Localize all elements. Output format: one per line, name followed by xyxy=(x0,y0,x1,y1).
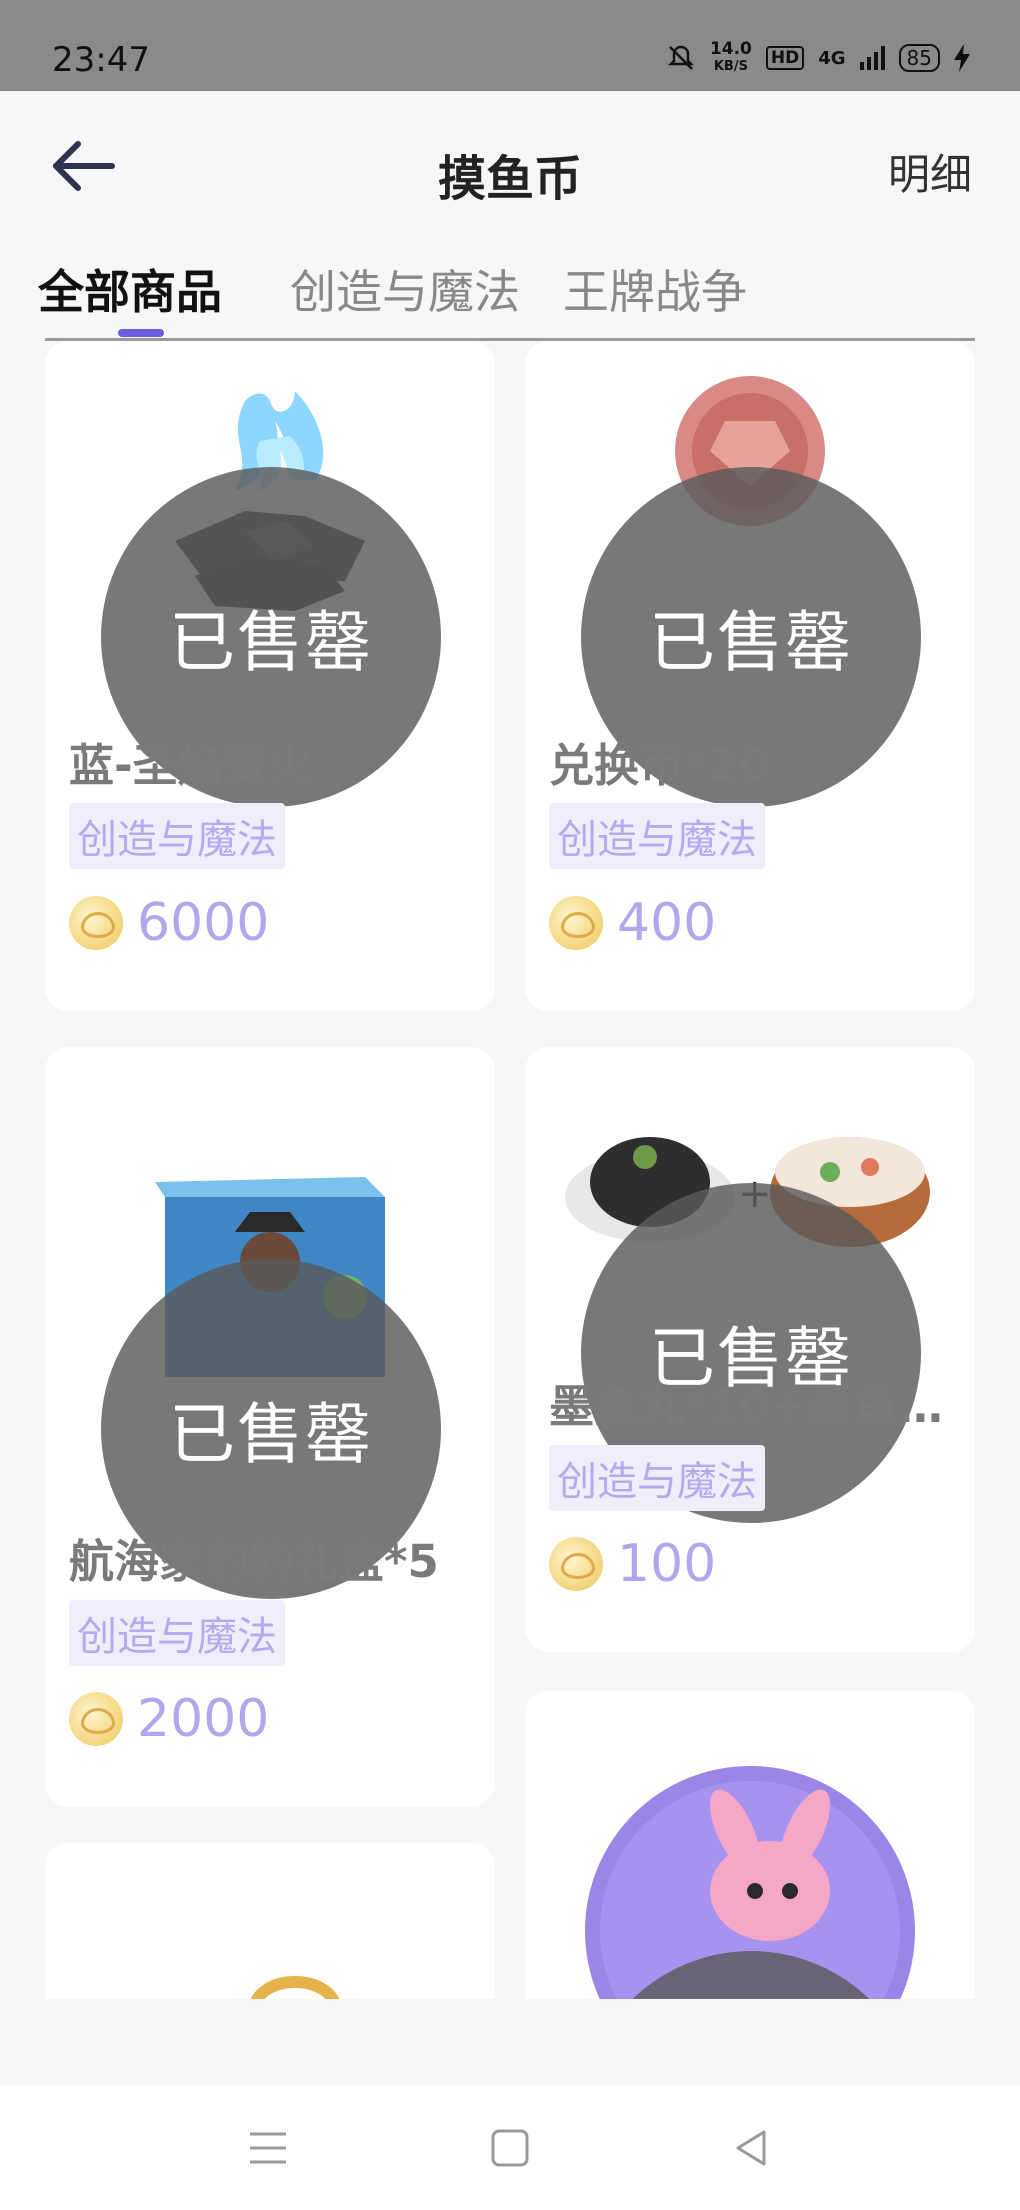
menu-icon[interactable] xyxy=(244,2126,292,2170)
active-tab-indicator xyxy=(118,329,164,337)
mute-bell-icon xyxy=(667,45,694,70)
product-price: 2000 xyxy=(137,1689,270,1749)
tab-create-and-magic[interactable]: 创造与魔法 xyxy=(290,256,520,322)
product-tag: 创造与魔法 xyxy=(549,1445,765,1511)
category-tabs: 全部商品 创造与魔法 王牌战争 xyxy=(0,241,1020,341)
page-title: 摸鱼币 xyxy=(437,151,582,207)
network-type: 4G xyxy=(818,47,846,69)
product-price: 100 xyxy=(617,1534,717,1594)
fish-coin-icon xyxy=(69,896,123,950)
ring-icon xyxy=(250,1976,340,1999)
speed-value: 14.0 xyxy=(709,39,752,59)
status-bar: 23:47 14.0 KB/S HD 4G 85 xyxy=(0,0,1020,91)
fish-coin-icon xyxy=(549,1537,603,1591)
price-row: 400 xyxy=(549,893,716,953)
network-speed: 14.0 KB/S xyxy=(710,40,752,76)
fish-coin-icon xyxy=(549,896,603,950)
battery-icon: 85 xyxy=(898,44,940,72)
product-price: 6000 xyxy=(137,893,270,953)
price-row: 2000 xyxy=(69,1689,269,1749)
product-name: 蓝-圣焰篝火 xyxy=(69,739,313,792)
price-row: 100 xyxy=(549,1534,716,1594)
product-price: 400 xyxy=(617,893,717,953)
product-card[interactable]: + 已售罄 墨鱼丸*10+墨鱼… 创造与魔法 100 xyxy=(525,1047,975,1652)
tab-all-products[interactable]: 全部商品 xyxy=(38,256,222,322)
product-card[interactable]: 已售罄 兑换币*20 创造与魔法 400 xyxy=(525,341,975,1011)
price-row: 6000 xyxy=(69,893,269,953)
product-name: 航海家豹豹礼盒*5 xyxy=(69,1535,439,1588)
product-card[interactable] xyxy=(525,1691,975,1999)
header: 摸鱼币 明细 xyxy=(0,91,1020,241)
hd-badge: HD xyxy=(765,46,805,70)
back-triangle-icon[interactable] xyxy=(728,2126,776,2170)
home-square-icon[interactable] xyxy=(486,2126,534,2170)
product-card[interactable]: 已售罄 蓝-圣焰篝火 创造与魔法 6000 xyxy=(45,341,495,1011)
signal-icon xyxy=(859,46,885,70)
product-tag: 创造与魔法 xyxy=(69,1600,285,1666)
product-tag: 创造与魔法 xyxy=(549,803,765,869)
tab-ace-war[interactable]: 王牌战争 xyxy=(563,256,747,322)
status-time: 23:47 xyxy=(52,40,150,80)
product-list[interactable]: 已售罄 蓝-圣焰篝火 创造与魔法 6000 已售罄 兑换币*20 创造与魔法 4… xyxy=(0,341,1020,1999)
product-card[interactable] xyxy=(45,1843,495,1999)
product-name: 兑换币*20 xyxy=(549,739,771,792)
product-card[interactable]: 已售罄 航海家豹豹礼盒*5 创造与魔法 2000 xyxy=(45,1047,495,1807)
detail-button[interactable]: 明细 xyxy=(888,141,972,202)
system-nav-bar xyxy=(0,2086,1020,2210)
product-name: 墨鱼丸*10+墨鱼… xyxy=(549,1380,943,1433)
charging-icon xyxy=(954,44,970,72)
product-tag: 创造与魔法 xyxy=(69,803,285,869)
status-icons: 14.0 KB/S HD 4G 85 xyxy=(666,40,970,76)
speed-unit: KB/S xyxy=(713,59,748,74)
fish-coin-icon xyxy=(69,1692,123,1746)
